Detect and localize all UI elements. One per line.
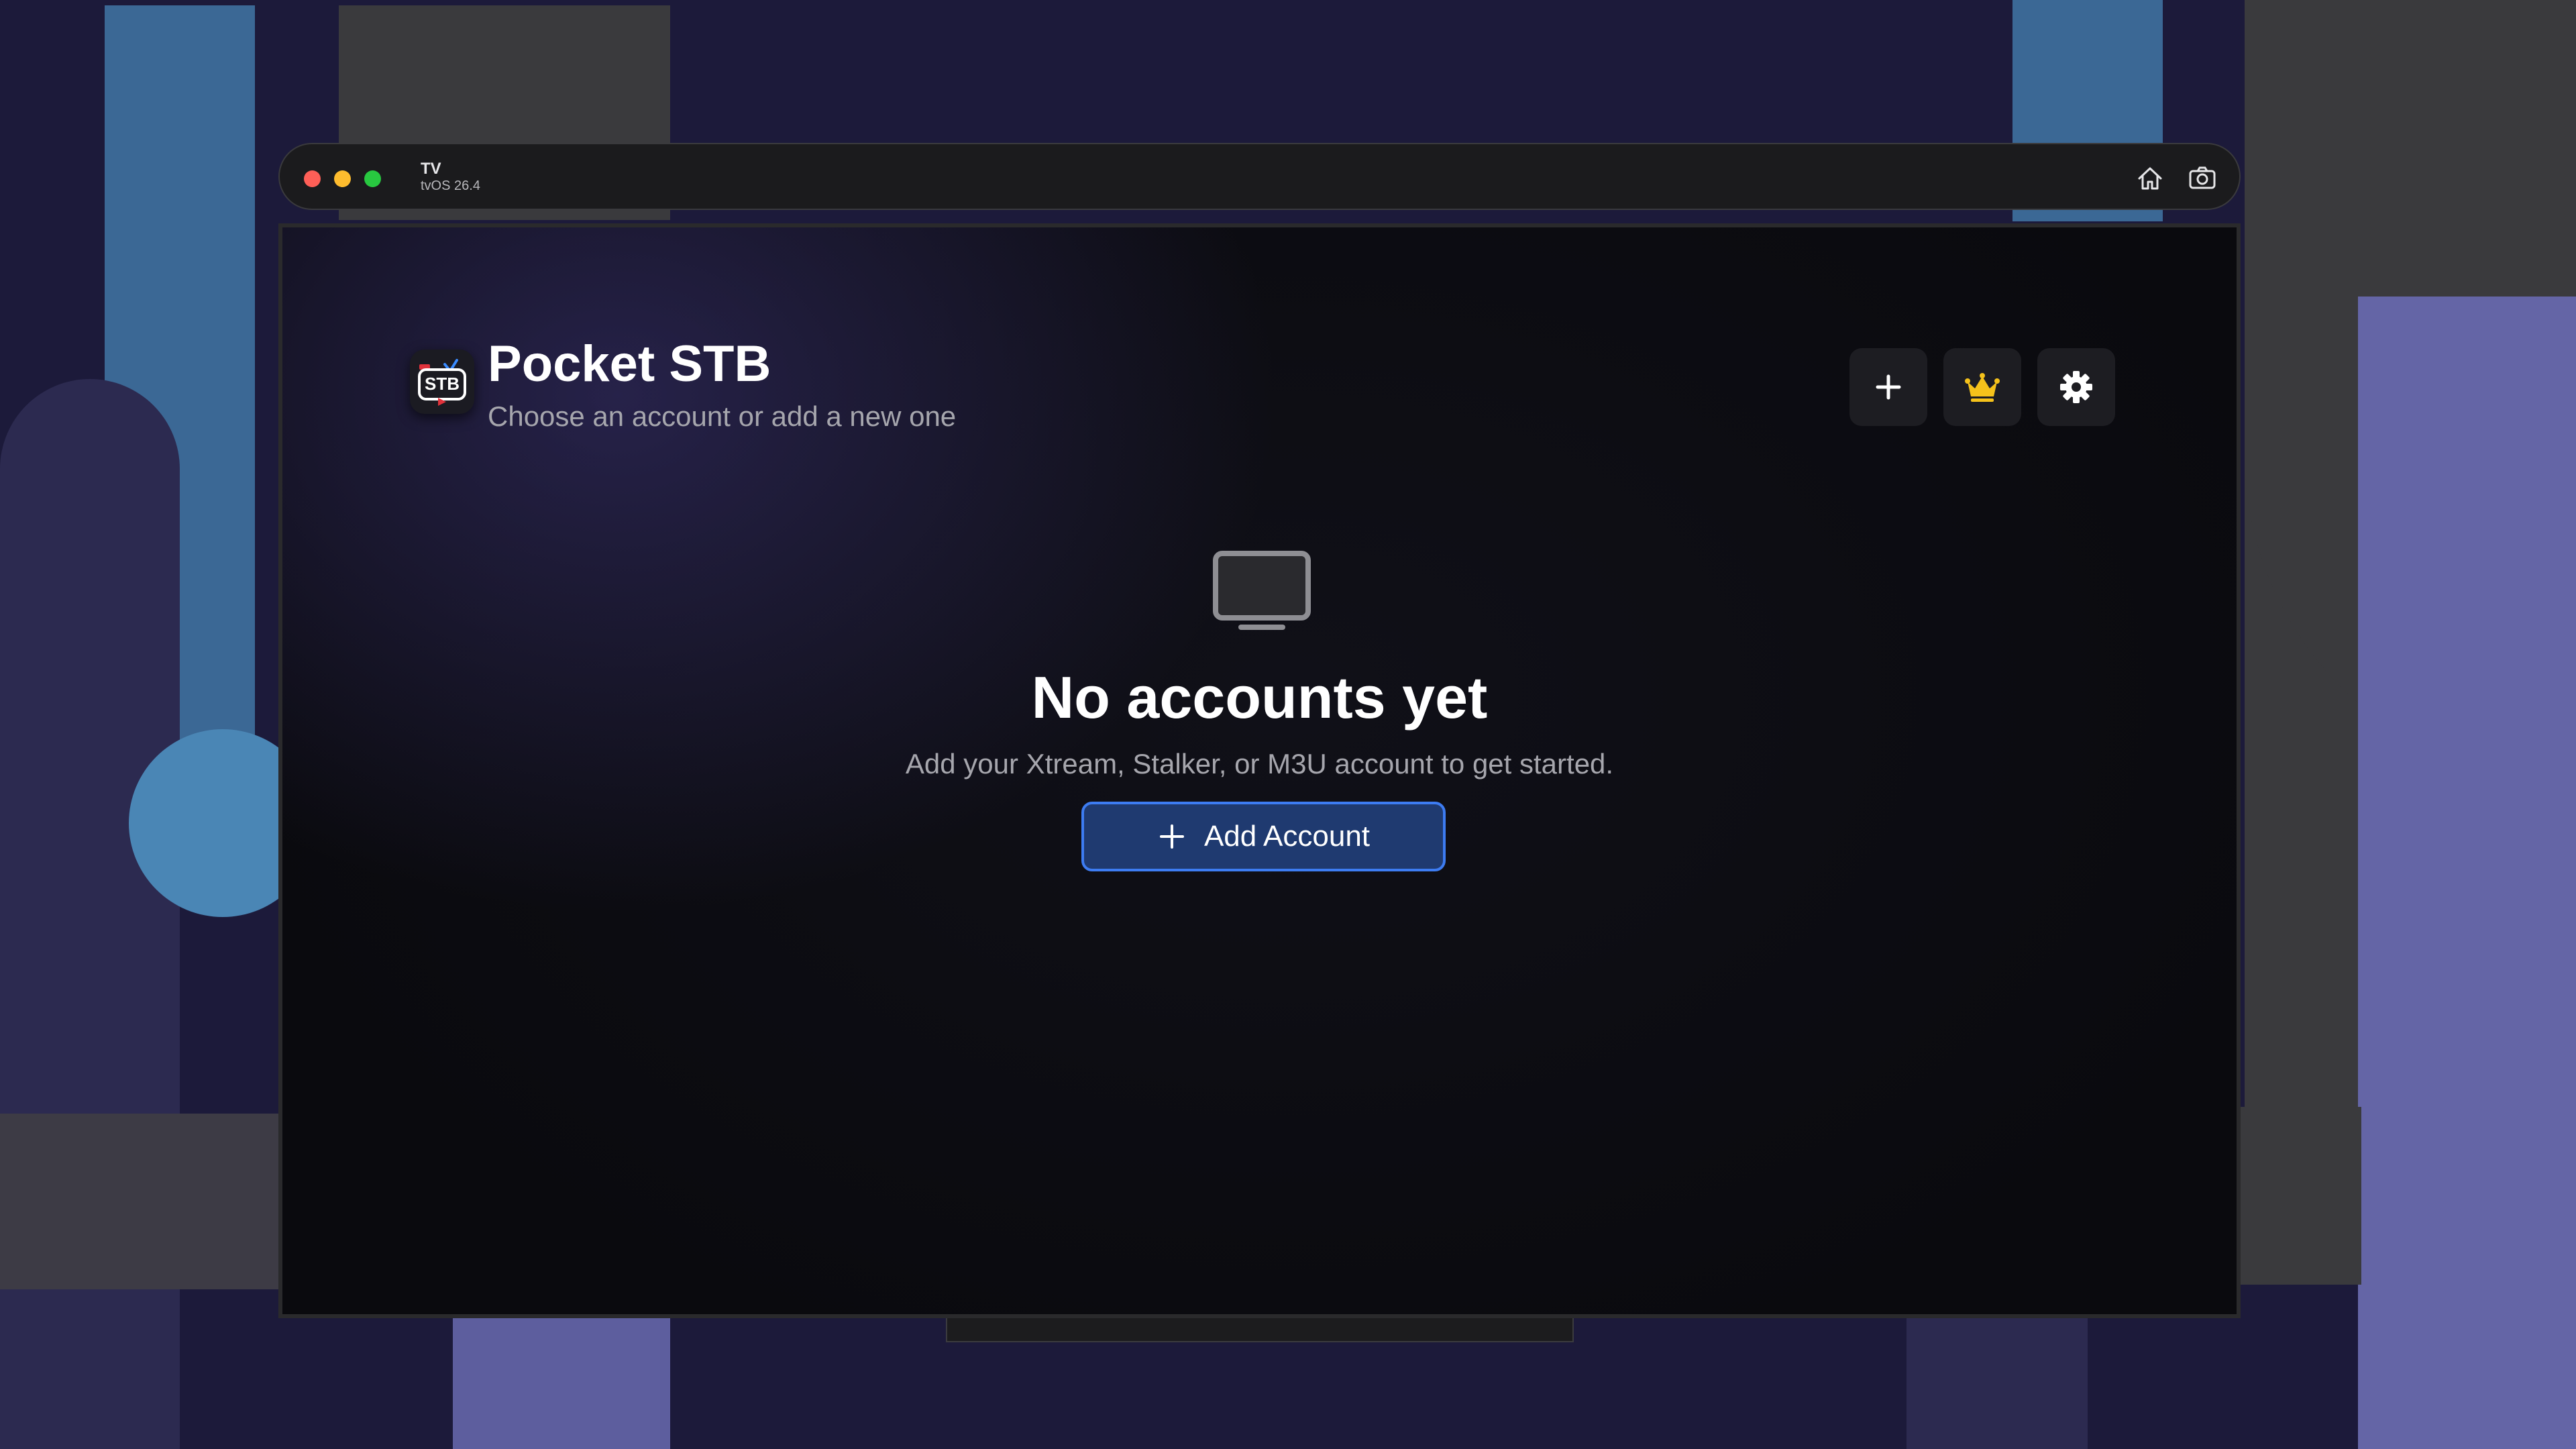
add-account-label: Add Account (1203, 820, 1371, 853)
plus-icon (1876, 374, 1901, 400)
premium-button[interactable] (1943, 348, 2021, 426)
simulator-titlebar: TV tvOS 26.4 (278, 143, 2241, 210)
add-button[interactable] (1849, 348, 1927, 426)
empty-state-description: Add your Xtream, Stalker, or M3U account… (905, 748, 1614, 780)
camera-icon[interactable] (2185, 161, 2220, 196)
home-icon[interactable] (2133, 161, 2167, 196)
zoom-window-button[interactable] (364, 170, 381, 187)
settings-button[interactable] (2037, 348, 2115, 426)
gear-icon (2060, 371, 2092, 403)
app-logo: STB (410, 350, 474, 414)
app-subtitle: Choose an account or add a new one (488, 400, 957, 432)
crown-icon (1965, 373, 2000, 402)
add-account-button[interactable]: Add Account (1081, 802, 1446, 871)
close-window-button[interactable] (304, 170, 321, 187)
tv-stand (946, 1318, 1574, 1342)
tv-screen: STB Pocket STB Choose an account or add … (278, 223, 2241, 1318)
logo-text: STB (425, 374, 460, 394)
window-title: TV (421, 160, 441, 178)
empty-state-title: No accounts yet (1031, 664, 1488, 731)
window-subtitle: tvOS 26.4 (421, 178, 480, 193)
plus-icon (1159, 824, 1184, 849)
minimize-window-button[interactable] (334, 170, 351, 187)
tv-icon (1212, 549, 1312, 636)
window-title-block: TV tvOS 26.4 (421, 160, 480, 194)
app-title: Pocket STB (488, 335, 771, 392)
